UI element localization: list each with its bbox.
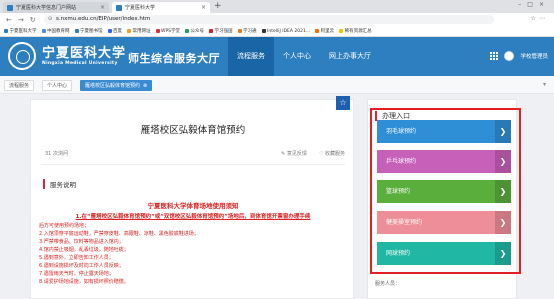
page-title: 雁塔校区弘毅体育馆预约 [140,125,246,136]
notice-line: 4.馆内禁止吸烟，乱丢垃圾，随地吐痰； [39,247,129,253]
close-tab-icon[interactable]: × [201,4,206,11]
bookmark-item[interactable]: 百度 [107,28,122,34]
feedback-button[interactable]: ✎ 意见反馈 [281,150,307,157]
entry-aerobics-button[interactable]: 健美操室预约 ❯ [377,211,511,234]
entry-basketball-button[interactable]: 篮球预约 ❯ [377,180,511,203]
notice-line: 3.严禁带食品、饮料等物品进入馆内； [39,239,124,245]
meta-row: 31 次浏问 ✎ 意见反馈 ♡ 收藏服务 [45,150,345,157]
back-icon[interactable]: ← [6,16,12,24]
site-header: 宁夏医科大学 Ningxia Medical University 师生综合服务… [0,37,554,76]
notice-title: 宁夏医科大学体育场地使用须知 [147,202,239,210]
entry-pingpong-button[interactable]: 乒乓球预约 ❯ [377,150,511,173]
star-icon[interactable]: ☆ [336,96,350,110]
browser-tab-2[interactable]: 宁夏医科大学 × [112,2,210,13]
nav-process-service[interactable]: 流程服务 [228,37,274,76]
bookmarks-bar: 宁夏医科大学 中国教育网 宁夏图书馆 百度 常用网址 WPS学堂 公众号 学习强… [0,26,554,37]
tab-favicon-icon [116,4,122,11]
university-logo[interactable]: 宁夏医科大学 Ningxia Medical University [42,42,126,66]
new-tab-icon[interactable]: + [214,1,222,11]
apps-grid-icon[interactable] [490,52,499,60]
system-title: 师生综合服务大厅 [128,52,220,65]
bookmark-icon [237,29,242,33]
notice-body: 后方可使用预约场地； 2.入馆须穿平底运动鞋，严禁穿皮鞋、高跟鞋、凉鞋、黑色胶底… [39,222,343,286]
notice-subtitle: 1.在“雁塔校区弘毅体育馆预约”或“双馆校区弘毅体育馆预约”场地后，到体育馆开票… [75,214,311,220]
bookmark-icon [155,29,160,33]
crumb-tab-process[interactable]: 流程服务 [4,80,35,91]
bookmark-item[interactable]: 宁夏图书馆 [74,28,103,34]
notice-line: 7.遇雷雨天气时，停止露天场地； [39,271,114,277]
section-label: 服务说明 [43,179,76,189]
bookmark-item[interactable]: 稀有资源汇总 [339,28,372,34]
entry-tennis-button[interactable]: 网球预约 ❯ [377,242,511,265]
address-bar-row: ← → ↻ ⊙ s.nxmu.edu.cn/EIP/user/index.htm… [0,13,554,26]
tab-favicon-icon [7,4,13,11]
header-user-area: 学校管理员 [490,51,548,61]
bookmark-icon [209,29,214,33]
bookmark-icon [74,29,79,33]
url-field[interactable]: ⊙ s.nxmu.edu.cn/EIP/user/index.htm [44,15,494,24]
bookmark-icon [107,29,112,33]
chevron-down-icon[interactable]: ▾ [543,81,546,88]
avatar[interactable] [504,51,515,61]
favorite-button[interactable]: ♡ 收藏服务 [319,150,345,157]
notice-line: 后方可使用预约场地； [39,223,90,229]
bookmark-icon [41,29,46,33]
browser-actions[interactable]: ☆⋯ [531,15,548,22]
close-tab-icon[interactable]: × [100,4,105,11]
browser-tab-bar: 宁夏医科大学信息门户网站 × 宁夏医科大学 × + –□× [0,0,554,13]
lock-icon: ⊙ [48,16,53,22]
arrow-right-icon: ❯ [495,120,511,143]
arrow-right-icon: ❯ [495,211,511,234]
bookmark-item[interactable]: 宁夏医科大学 [4,28,37,34]
logo-cn-text: 宁夏医科大学 [42,46,127,61]
bookmark-item[interactable]: WPS学堂 [155,28,180,34]
service-staff-label: 服务人员： [375,281,401,287]
nav-personal-center[interactable]: 个人中心 [274,37,320,76]
crumb-tab-current[interactable]: 雁塔校区弘毅体育馆预约 ⊗ [80,80,153,91]
bookmark-item[interactable]: 公众号 [185,28,204,34]
bookmark-item[interactable]: 学习强国 [209,28,233,34]
window-controls[interactable]: –□× [518,1,550,8]
logo-en-text: Ningxia Medical University [42,61,118,66]
bookmark-item[interactable]: 中国教育网 [41,28,70,34]
university-emblem-icon [8,42,36,70]
notice-line: 8.请爱护场地设施，如有损坏照价赔偿。 [39,279,129,285]
close-crumb-icon[interactable]: ⊗ [143,83,147,89]
arrow-right-icon: ❯ [495,180,511,203]
bookmark-icon [261,29,266,33]
main-nav: 流程服务 个人中心 网上办事大厅 [228,37,380,76]
breadcrumb: 流程服务 个人中心 雁塔校区弘毅体育馆预约 ⊗ ▾ [0,76,554,94]
bookmark-item[interactable]: IntelliJ IDEA 2021... [261,29,310,34]
nav-online-hall[interactable]: 网上办事大厅 [320,37,380,76]
bookmark-icon [4,29,8,33]
bookmark-item[interactable]: 学习通 [237,28,257,34]
divider [41,164,345,165]
bookmark-item[interactable]: 阿里云 [315,28,334,34]
entry-badminton-button[interactable]: 羽毛球预约 ❯ [377,120,511,143]
bookmark-icon [185,29,190,33]
url-text: s.nxmu.edu.cn/EIP/user/index.htm [56,16,151,22]
crumb-tab-personal[interactable]: 个人中心 [42,80,73,91]
bookmark-icon [315,29,320,33]
bookmark-icon [127,29,131,33]
reload-icon[interactable]: ↻ [30,16,36,24]
notice-line: 5.遇到意外，立即告知工作人员； [39,255,114,261]
main-panel: 雁塔校区弘毅体育馆预约 31 次浏问 ✎ 意见反馈 ♡ 收藏服务 服务说明 宁夏… [30,99,354,299]
browser-tab-1-label: 宁夏医科大学信息门户网站 [16,5,77,11]
browser-tab-1[interactable]: 宁夏医科大学信息门户网站 × [3,2,109,13]
arrow-right-icon: ❯ [495,150,511,173]
notice-line: 2.入馆须穿平底运动鞋，严禁穿皮鞋、高跟鞋、凉鞋、黑色胶底鞋进场； [39,231,199,237]
notice-line: 6.遇到设施损坏及时向工作人员反映； [39,263,124,269]
bookmark-icon [339,29,344,33]
view-count: 31 次浏问 [45,151,68,157]
user-name[interactable]: 学校管理员 [520,52,548,60]
arrow-right-icon: ❯ [495,242,511,265]
forward-icon[interactable]: → [18,16,24,24]
browser-tab-2-label: 宁夏医科大学 [125,5,156,11]
bookmark-item[interactable]: 常用网址 [127,28,151,34]
